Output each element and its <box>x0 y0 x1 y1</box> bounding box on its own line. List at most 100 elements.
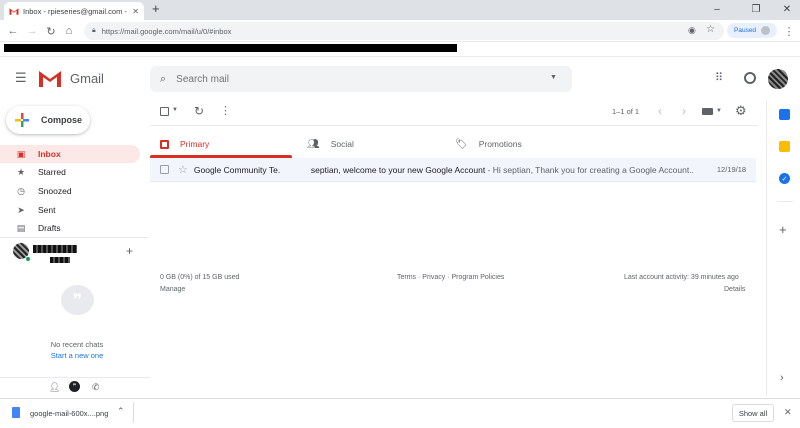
close-download-bar-icon[interactable]: ✕ <box>784 407 792 418</box>
redaction-bar <box>4 44 457 52</box>
phone-icon[interactable]: ✆ <box>92 382 100 393</box>
notifications-icon[interactable] <box>744 72 756 84</box>
tab-title: Inbox - rpieseries@gmail.com - G <box>23 6 129 16</box>
gmail-wordmark: Gmail <box>70 70 104 86</box>
download-options-icon[interactable]: ⌃ <box>117 406 125 417</box>
contacts-icon[interactable]: 👤︎ <box>49 382 60 393</box>
select-all-checkbox[interactable] <box>160 107 169 116</box>
keep-icon[interactable] <box>779 141 790 152</box>
browser-tab[interactable]: Inbox - rpieseries@gmail.com - G ✕ <box>4 2 144 20</box>
search-bar[interactable]: ⌕ ▼ <box>150 66 572 92</box>
search-input[interactable] <box>176 73 537 85</box>
eye-icon[interactable]: ◉ <box>688 25 696 36</box>
email-sender: Google Community Te. <box>193 164 281 175</box>
start-new-chat-link[interactable]: Start a new one <box>0 351 154 360</box>
email-snippet: - Hi septian, Thank you for creating a G… <box>485 164 693 175</box>
compose-plus-icon <box>14 112 30 128</box>
nav-drafts[interactable]: ▤ Drafts <box>0 219 140 237</box>
tasks-icon[interactable]: ✓ <box>779 173 790 184</box>
reload-button[interactable]: ↻ <box>44 24 58 38</box>
row-star-icon[interactable]: ☆ <box>178 163 188 176</box>
older-page-icon[interactable]: › <box>682 104 686 118</box>
forward-button[interactable]: → <box>25 24 39 38</box>
bookmark-star-icon[interactable]: ☆ <box>706 24 715 35</box>
profile-paused-button[interactable]: Paused <box>727 23 777 38</box>
tab-primary[interactable]: Primary <box>160 131 209 157</box>
browser-tab-strip: Inbox - rpieseries@gmail.com - G ✕ + – ❐… <box>0 0 800 20</box>
apps-grid-icon[interactable]: ⠿ <box>715 71 723 84</box>
select-dropdown-icon[interactable]: ▼ <box>172 107 178 113</box>
details-link[interactable]: Details <box>724 286 745 293</box>
hangouts-tab-icon[interactable]: ❞ <box>69 381 80 392</box>
draft-icon: ▤ <box>16 222 26 233</box>
tag-icon: 🏷︎ <box>455 138 468 150</box>
storage-usage: 0 GB (0%) of 15 GB used <box>160 274 240 281</box>
show-all-button[interactable]: Show all <box>732 404 774 422</box>
tab-social[interactable]: 👥︎ Social <box>307 131 354 157</box>
back-button[interactable]: ← <box>6 24 20 38</box>
paused-label: Paused <box>734 27 757 34</box>
row-checkbox[interactable] <box>160 165 169 174</box>
compose-label: Compose <box>41 115 83 125</box>
nav-snoozed[interactable]: ◷ Snoozed <box>0 182 140 200</box>
browser-menu-icon[interactable]: ⋮ <box>782 24 796 38</box>
last-activity: Last account activity: 39 minutes ago <box>624 274 739 281</box>
main-menu-icon[interactable]: ☰ <box>15 70 27 86</box>
input-tools-icon[interactable] <box>702 108 713 115</box>
nav-starred[interactable]: ★ Starred <box>0 163 140 181</box>
download-bar: google-mail-600x....png ⌃ Show all ✕ <box>0 398 800 428</box>
nav-snoozed-label: Snoozed <box>38 186 72 196</box>
redacted-status <box>50 257 70 263</box>
tab-promotions[interactable]: 🏷︎ Promotions <box>455 131 522 157</box>
nav-sent-label: Sent <box>38 205 56 215</box>
sidebar-divider <box>0 237 148 238</box>
browser-toolbar: ← → ↻ ⌂ 🔒︎ https://mail.google.com/mail/… <box>0 20 800 42</box>
sidebar-bottom-divider <box>0 377 150 378</box>
nav-inbox[interactable]: ▣ Inbox <box>0 145 140 163</box>
get-addons-icon[interactable]: + <box>779 222 787 237</box>
refresh-icon[interactable]: ↻ <box>194 104 204 118</box>
manage-storage-link[interactable]: Manage <box>160 286 185 293</box>
search-options-icon[interactable]: ▼ <box>550 74 557 81</box>
expand-panel-icon[interactable]: › <box>780 372 784 384</box>
file-icon <box>12 407 20 418</box>
tab-primary-label: Primary <box>180 139 210 149</box>
download-filename[interactable]: google-mail-600x....png <box>30 409 108 418</box>
calendar-icon[interactable] <box>779 109 790 120</box>
close-window-button[interactable]: ✕ <box>776 2 798 16</box>
compose-button[interactable]: Compose <box>6 106 90 134</box>
table-row[interactable]: ☆ Google Community Te. septian, welcome … <box>150 158 756 182</box>
add-chat-icon[interactable]: + <box>126 244 133 258</box>
newer-page-icon[interactable]: ‹ <box>658 104 662 118</box>
nav-inbox-label: Inbox <box>38 149 61 159</box>
pagination-text: 1–1 of 1 <box>612 107 640 116</box>
lock-icon: 🔒︎ <box>92 27 96 34</box>
account-avatar[interactable] <box>768 69 788 89</box>
input-tools-dropdown-icon[interactable]: ▼ <box>716 108 722 114</box>
gmail-m-icon <box>38 69 62 87</box>
new-tab-button[interactable]: + <box>152 2 160 16</box>
minimize-button[interactable]: – <box>706 2 728 16</box>
email-date: 12/19/18 <box>716 165 747 174</box>
side-panel: ✓ + › <box>766 100 800 396</box>
home-button[interactable]: ⌂ <box>62 24 76 38</box>
people-icon: 👥︎ <box>307 138 320 150</box>
panel-divider <box>777 201 793 202</box>
search-icon[interactable]: ⌕ <box>160 73 166 86</box>
nav-starred-label: Starred <box>38 167 66 177</box>
more-options-icon[interactable]: ⋮ <box>220 104 231 117</box>
email-subject-snippet: septian, welcome to your new Google Acco… <box>311 165 693 175</box>
tab-close-icon[interactable]: ✕ <box>132 7 139 16</box>
address-bar[interactable]: 🔒︎ https://mail.google.com/mail/u/0/#inb… <box>84 22 724 40</box>
restore-button[interactable]: ❐ <box>745 2 767 16</box>
toolbar-divider <box>150 125 758 126</box>
url-text: https://mail.google.com/mail/u/0/#inbox <box>101 26 232 36</box>
download-separator <box>133 403 134 423</box>
nav-sent[interactable]: ➤ Sent <box>0 201 140 219</box>
tab-promotions-label: Promotions <box>478 139 522 149</box>
settings-gear-icon[interactable]: ⚙ <box>735 103 747 119</box>
online-status-dot <box>25 256 31 262</box>
tab-social-label: Social <box>330 139 354 149</box>
gmail-logo[interactable]: Gmail <box>38 69 104 87</box>
policy-links[interactable]: Terms · Privacy · Program Policies <box>397 274 504 281</box>
